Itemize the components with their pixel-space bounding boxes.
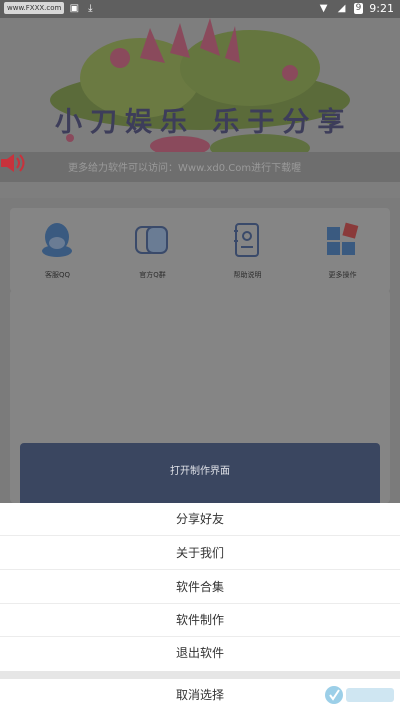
menu-item-group[interactable]: 官方Q群 xyxy=(105,208,200,292)
action-sheet: 分享好友 关于我们 软件合集 软件制作 退出软件 取消选择 xyxy=(0,503,400,711)
share-friends-option[interactable]: 分享好友 xyxy=(0,503,400,536)
menu-item-qq[interactable]: 客服QQ xyxy=(10,208,105,292)
about-us-option[interactable]: 关于我们 xyxy=(0,537,400,570)
software-making-option[interactable]: 软件制作 xyxy=(0,604,400,637)
battery-icon: 9 xyxy=(353,3,364,14)
status-time: 9:21 xyxy=(369,2,394,15)
banner-title: 小刀娱乐 乐于分享 xyxy=(55,107,353,138)
quick-menu: 客服QQ 官方Q群 帮助说明 更多操作 xyxy=(10,208,390,292)
menu-item-label: 更多操作 xyxy=(328,271,357,279)
menu-item-label: 官方Q群 xyxy=(139,271,166,279)
status-badge: www.FXXX.com xyxy=(4,2,65,14)
menu-item-label: 客服QQ xyxy=(44,271,71,279)
more-apps-icon xyxy=(327,222,359,255)
sheet-divider xyxy=(0,671,400,679)
banner-image: 小刀娱乐 乐于分享 更多给力软件可以访问：Www.xd0.Com进行下载喔 xyxy=(0,18,400,198)
status-bar: www.FXXX.com ▣ ⤓ ▼ ◢ 9 9:21 xyxy=(0,0,400,18)
exit-app-option[interactable]: 退出软件 xyxy=(0,637,400,670)
menu-item-help[interactable]: 帮助说明 xyxy=(200,208,295,292)
app-content: 小刀娱乐 乐于分享 更多给力软件可以访问：Www.xd0.Com进行下载喔 客服… xyxy=(0,18,400,503)
qq-penguin-icon xyxy=(42,223,72,257)
announcement-text: 更多给力软件可以访问：Www.xd0.Com进行下载喔 xyxy=(68,163,302,174)
speaker-icon xyxy=(1,154,25,172)
signal-icon: ◢ xyxy=(337,3,346,14)
menu-item-more[interactable]: 更多操作 xyxy=(295,208,390,292)
announcement-bar: 更多给力软件可以访问：Www.xd0.Com进行下载喔 xyxy=(0,152,400,182)
notification-icon: ▣ xyxy=(69,2,80,14)
group-icon xyxy=(135,226,168,254)
open-editor-button[interactable]: 打开制作界面 xyxy=(20,443,380,503)
open-editor-label: 打开制作界面 xyxy=(170,466,230,477)
watermark-logo xyxy=(325,686,394,704)
download-icon: ⤓ xyxy=(88,2,93,14)
menu-item-label: 帮助说明 xyxy=(233,271,262,279)
wifi-icon: ▼ xyxy=(319,3,328,14)
software-collection-option[interactable]: 软件合集 xyxy=(0,571,400,604)
help-doc-icon xyxy=(234,223,259,257)
